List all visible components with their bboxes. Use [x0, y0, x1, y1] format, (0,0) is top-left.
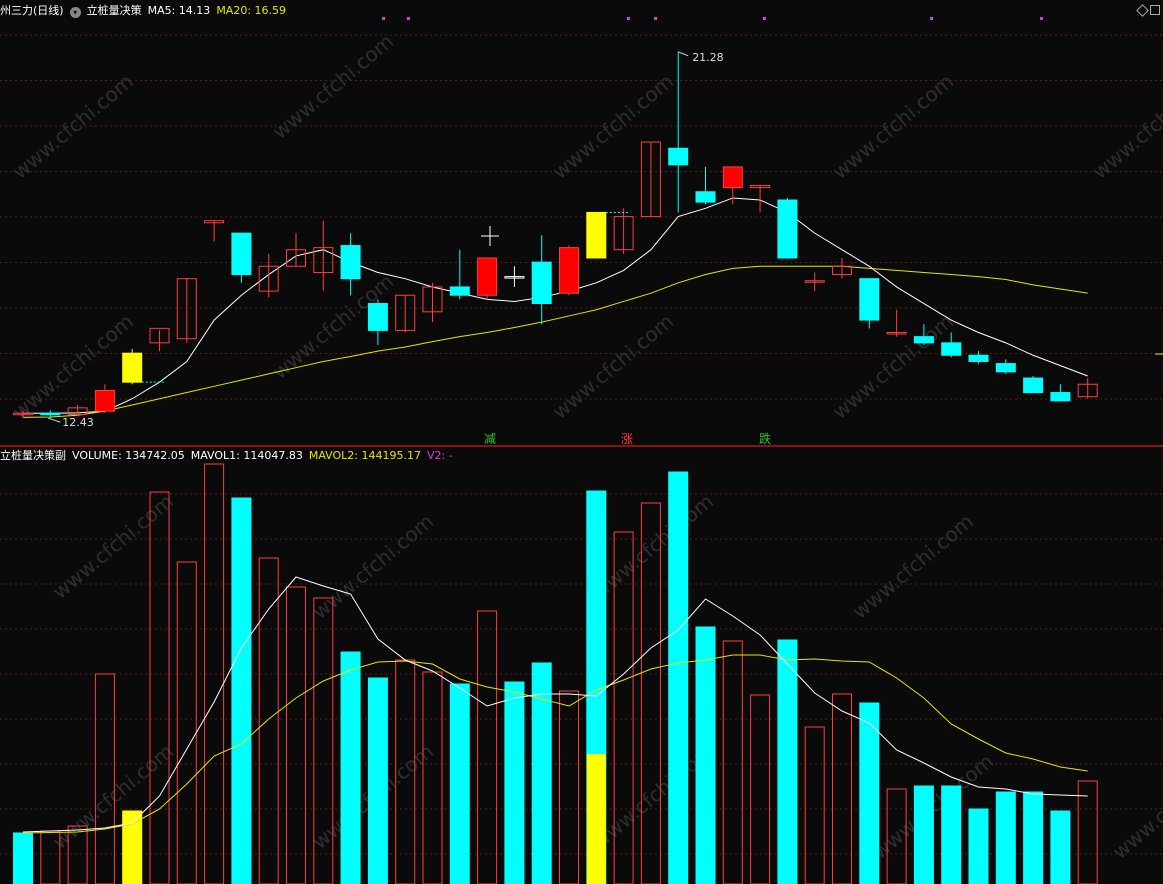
candle-body: [968, 354, 989, 362]
volume-bar: [832, 693, 852, 884]
candle-body: [859, 278, 880, 321]
ma20-value: MA20: 16.59: [216, 4, 287, 17]
candle-body: [777, 199, 798, 259]
watermark-text: www.cfchi.com: [48, 489, 178, 604]
candle-body: [122, 352, 143, 383]
high-price-label: 21.28: [692, 51, 724, 64]
volume-bar: [504, 681, 525, 884]
signal-marker: 涨: [621, 431, 633, 446]
volume-bar: [1023, 791, 1044, 884]
stock-name[interactable]: 州三力(日线): [0, 4, 64, 17]
candle-body: [367, 303, 388, 331]
indicator-name[interactable]: 立桩量决策: [87, 4, 142, 17]
watermark-text: www.cfchi.com: [828, 69, 958, 184]
magenta-marker: [930, 17, 933, 20]
candle-body: [586, 211, 607, 259]
watermark-text: www.cfchi.com: [588, 489, 718, 604]
v2-value: V2: -: [427, 449, 453, 462]
volume-bar: [777, 639, 798, 884]
volume-value: VOLUME: 134742.05: [72, 449, 185, 462]
low-price-label: 12.43: [62, 416, 94, 429]
candle-body: [1023, 377, 1044, 394]
volume-bar: [449, 683, 470, 884]
volume-bar: [231, 497, 252, 884]
candle-body: [531, 261, 552, 305]
volume-bar: [1050, 810, 1071, 884]
candle-body: [995, 363, 1016, 373]
volume-bar: [94, 673, 115, 884]
magenta-marker: [654, 17, 657, 20]
volume-bar: [695, 626, 716, 884]
volume-signal-bar: [586, 754, 606, 884]
watermark-text: www.cfchi.com: [8, 309, 138, 424]
watermark-text: www.cfchi.com: [308, 509, 438, 624]
main-chart-header: 州三力(日线) ▾ 立桩量决策 MA5: 14.13 MA20: 16.59: [0, 4, 292, 18]
volume-bar: [477, 610, 498, 884]
sub-indicator-name[interactable]: 立桩量决策副: [0, 449, 66, 462]
volume-bar: [258, 557, 279, 884]
settings-circle-icon[interactable]: ▾: [69, 7, 81, 18]
magenta-marker: [407, 17, 410, 20]
candle-body: [1050, 392, 1071, 402]
volume-signal-bar: [122, 811, 142, 884]
magenta-marker: [763, 17, 766, 20]
volume-bar: [340, 651, 361, 884]
candle-body: [340, 245, 361, 280]
volume-bar: [1077, 780, 1098, 884]
volume-bar: [13, 832, 33, 884]
ma5-value: MA5: 14.13: [147, 4, 211, 17]
volume-bar: [750, 694, 771, 884]
magenta-marker: [1040, 17, 1043, 20]
watermark-text: www.cfchi.com: [548, 309, 678, 424]
candle-body: [231, 232, 252, 276]
watermark-text: www.cfchi.com: [848, 509, 978, 624]
watermark-text: www.cfchi.com: [268, 29, 398, 144]
volume-bar: [722, 640, 743, 884]
volume-bar: [367, 677, 388, 884]
candle-body: [449, 286, 470, 296]
volume-bar: [422, 671, 443, 884]
candle-body: [477, 257, 498, 296]
watermark-text: www.cfchi.com: [1108, 749, 1163, 864]
window-square-icon[interactable]: [1150, 5, 1160, 15]
volume-bar: [559, 690, 579, 884]
chart-canvas[interactable]: www.cfchi.com www.cfchi.com www.cfchi.com w…: [0, 0, 1163, 884]
candle-body: [559, 247, 579, 294]
candle-body: [668, 147, 689, 166]
mavol2-value: MAVOL2: 144195.17: [308, 449, 421, 462]
mavol1-value: MAVOL1: 114047.83: [190, 449, 303, 462]
candle-body: [941, 342, 962, 356]
candle-body: [722, 166, 743, 189]
volume-bar: [995, 791, 1016, 884]
magenta-marker: [382, 17, 385, 20]
magenta-marker: [627, 17, 630, 20]
watermark-text: www.cfchi.com: [8, 69, 138, 184]
volume-bar: [668, 471, 689, 884]
low-pointer-line: [48, 417, 61, 423]
volume-bar: [913, 785, 934, 884]
volume-bar: [286, 586, 306, 884]
high-pointer-line: [678, 51, 689, 57]
volume-bar: [804, 726, 825, 884]
signal-marker: 跌: [759, 431, 771, 446]
volume-bar: [149, 491, 170, 884]
volume-bar: [531, 662, 552, 884]
volume-bar: [941, 785, 962, 884]
candle-body: [695, 191, 716, 203]
candle-body: [94, 389, 115, 412]
candle-body: [40, 412, 61, 416]
volume-bar: [968, 808, 989, 884]
volume-bar: [176, 561, 197, 884]
watermark-text: www.cfchi.com: [828, 309, 958, 424]
watermark-text: www.cfchi.com: [548, 69, 678, 184]
volume-chart-header: 立桩量决策副 VOLUME: 134742.05 MAVOL1: 114047.83…: [0, 449, 459, 463]
signal-marker: 减: [484, 432, 496, 446]
candle-body: [913, 336, 934, 344]
ma5-line: [23, 197, 1088, 414]
